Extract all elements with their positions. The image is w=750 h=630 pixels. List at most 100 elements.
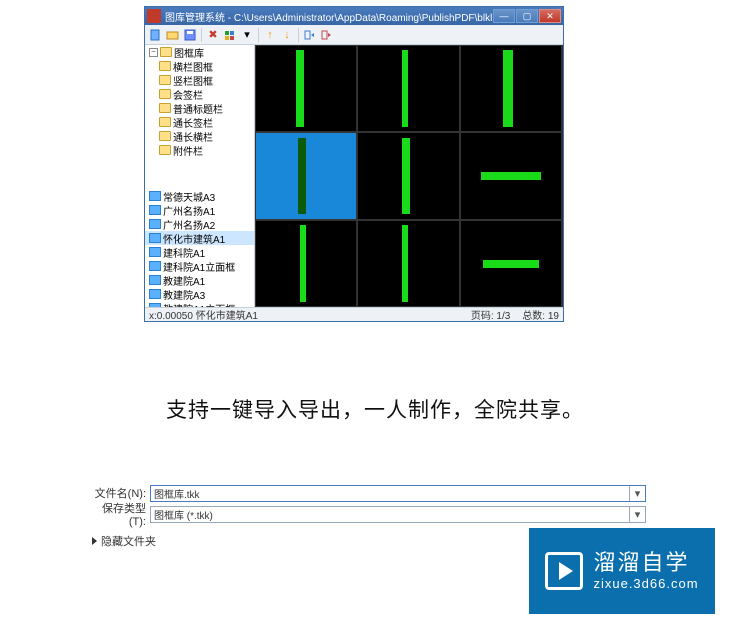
status-page: 页码: 1/3 [471, 307, 510, 322]
tree-label: 广州名扬A2 [163, 217, 215, 232]
tree-label: 常德天城A3 [163, 189, 215, 204]
tree-label: 教建院A3 [163, 287, 205, 302]
tree-label: 竖栏图框 [173, 73, 213, 88]
filename-value: 图框库.tkk [154, 490, 200, 501]
tree-label: 横栏图框 [173, 59, 213, 74]
save-icon[interactable] [183, 28, 197, 42]
thumbnail[interactable] [460, 132, 562, 219]
import-icon[interactable] [303, 28, 317, 42]
toolbar-separator [298, 28, 299, 42]
tree-doc[interactable]: 广州名扬A1 [145, 203, 254, 217]
tree-folder[interactable]: 竖栏图框 [145, 73, 254, 87]
thumbnail[interactable] [357, 45, 459, 132]
watermark-en: zixue.3d66.com [593, 576, 698, 592]
up-arrow-icon[interactable]: ↑ [263, 28, 277, 42]
tree-folder[interactable]: 通长签栏 [145, 115, 254, 129]
thumbnail[interactable] [255, 220, 357, 307]
tree-label: 怀化市建筑A1 [163, 231, 225, 246]
toolbar-separator [201, 28, 202, 42]
tree-label: 会签栏 [173, 87, 203, 102]
tree-label: 教建院A1 [163, 273, 205, 288]
delete-icon[interactable]: ✖ [206, 28, 220, 42]
tree-folder[interactable]: 横栏图框 [145, 59, 254, 73]
thumbnail-grid [255, 45, 563, 307]
folder-icon [159, 61, 171, 71]
app-window: 图库管理系统 - C:\Users\Administrator\AppData\… [144, 6, 564, 322]
toolbar-separator [258, 28, 259, 42]
tree-doc[interactable]: 怀化市建筑A1 [145, 231, 254, 245]
tree-doc[interactable]: 广州名扬A2 [145, 217, 254, 231]
filetype-value: 图框库 (*.tkk) [151, 507, 629, 522]
window-title: 图库管理系统 - C:\Users\Administrator\AppData\… [165, 9, 492, 24]
tree-folder[interactable]: 通长横栏 [145, 129, 254, 143]
tree-doc[interactable]: 教建院A1 [145, 273, 254, 287]
dropdown-icon[interactable]: ▾ [240, 28, 254, 42]
tree-panel[interactable]: − 图框库 横栏图框 竖栏图框 会签栏 普通标题栏 通长签栏 通长横栏 附件栏 常… [145, 45, 255, 307]
tree-label: 通长签栏 [173, 115, 213, 130]
thumbnail[interactable] [255, 45, 357, 132]
doc-icon [149, 275, 161, 285]
close-button[interactable]: ✕ [539, 9, 561, 23]
tree-root[interactable]: − 图框库 [145, 45, 254, 59]
thumbnail[interactable] [357, 132, 459, 219]
collapse-icon[interactable]: − [149, 48, 158, 57]
folder-icon [159, 89, 171, 99]
filetype-row: 保存类型(T): 图框库 (*.tkk) ▾ [86, 505, 646, 523]
app-icon [147, 9, 161, 23]
tree-label: 建科院A1立面框 [163, 259, 235, 274]
tree-doc[interactable]: 常德天城A3 [145, 189, 254, 203]
watermark-text: 溜溜自学 zixue.3d66.com [593, 550, 698, 592]
tree-folder[interactable]: 会签栏 [145, 87, 254, 101]
status-total: 总数: 19 [522, 307, 559, 322]
thumbnail[interactable] [460, 45, 562, 132]
window-body: − 图框库 横栏图框 竖栏图框 会签栏 普通标题栏 通长签栏 通长横栏 附件栏 常… [145, 45, 563, 307]
thumbnail-selected[interactable] [255, 132, 357, 219]
tree-doc[interactable]: 建科院A1 [145, 245, 254, 259]
watermark-cn: 溜溜自学 [593, 550, 698, 576]
dropdown-icon[interactable]: ▾ [629, 507, 645, 522]
dropdown-icon[interactable]: ▾ [629, 486, 645, 501]
tree-label: 广州名扬A1 [163, 203, 215, 218]
doc-icon [149, 205, 161, 215]
open-icon[interactable] [166, 28, 180, 42]
new-icon[interactable] [149, 28, 163, 42]
folder-icon [159, 145, 171, 155]
filename-label: 文件名(N): [86, 485, 150, 501]
expand-icon [92, 537, 97, 545]
tree-doc[interactable]: 教建院A3 [145, 287, 254, 301]
refresh-icon[interactable] [223, 28, 237, 42]
titlebar[interactable]: 图库管理系统 - C:\Users\Administrator\AppData\… [145, 7, 563, 25]
doc-icon [149, 261, 161, 271]
status-bar: x:0.00050 怀化市建筑A1 页码: 1/3 总数: 19 [145, 307, 563, 321]
hide-folders-label: 隐藏文件夹 [101, 533, 156, 549]
doc-icon [149, 289, 161, 299]
tree-label: 图框库 [174, 45, 204, 60]
folder-icon [159, 103, 171, 113]
export-icon[interactable] [320, 28, 334, 42]
thumbnail[interactable] [460, 220, 562, 307]
filetype-select[interactable]: 图框库 (*.tkk) ▾ [150, 506, 646, 523]
tree-folder[interactable]: 附件栏 [145, 143, 254, 157]
folder-icon [159, 117, 171, 127]
minimize-button[interactable]: — [493, 9, 515, 23]
filename-input[interactable]: 图框库.tkk ▾ [150, 485, 646, 502]
play-icon [545, 552, 583, 590]
tree-label: 建科院A1 [163, 245, 205, 260]
doc-icon [149, 233, 161, 243]
thumbnail[interactable] [357, 220, 459, 307]
filename-row: 文件名(N): 图框库.tkk ▾ [86, 484, 646, 502]
tree-label: 通长横栏 [173, 129, 213, 144]
folder-icon [160, 47, 172, 57]
folder-icon [159, 75, 171, 85]
doc-icon [149, 191, 161, 201]
watermark: 溜溜自学 zixue.3d66.com [529, 528, 715, 614]
maximize-button[interactable]: ▢ [516, 9, 538, 23]
toolbar: ✖ ▾ ↑ ↓ [145, 25, 563, 45]
filetype-label: 保存类型(T): [86, 500, 150, 528]
tree-label: 附件栏 [173, 143, 203, 158]
tree-folder[interactable]: 普通标题栏 [145, 101, 254, 115]
headline-text: 支持一键导入导出，一人制作，全院共享。 [0, 394, 750, 424]
down-arrow-icon[interactable]: ↓ [280, 28, 294, 42]
folder-icon [159, 131, 171, 141]
tree-doc[interactable]: 建科院A1立面框 [145, 259, 254, 273]
